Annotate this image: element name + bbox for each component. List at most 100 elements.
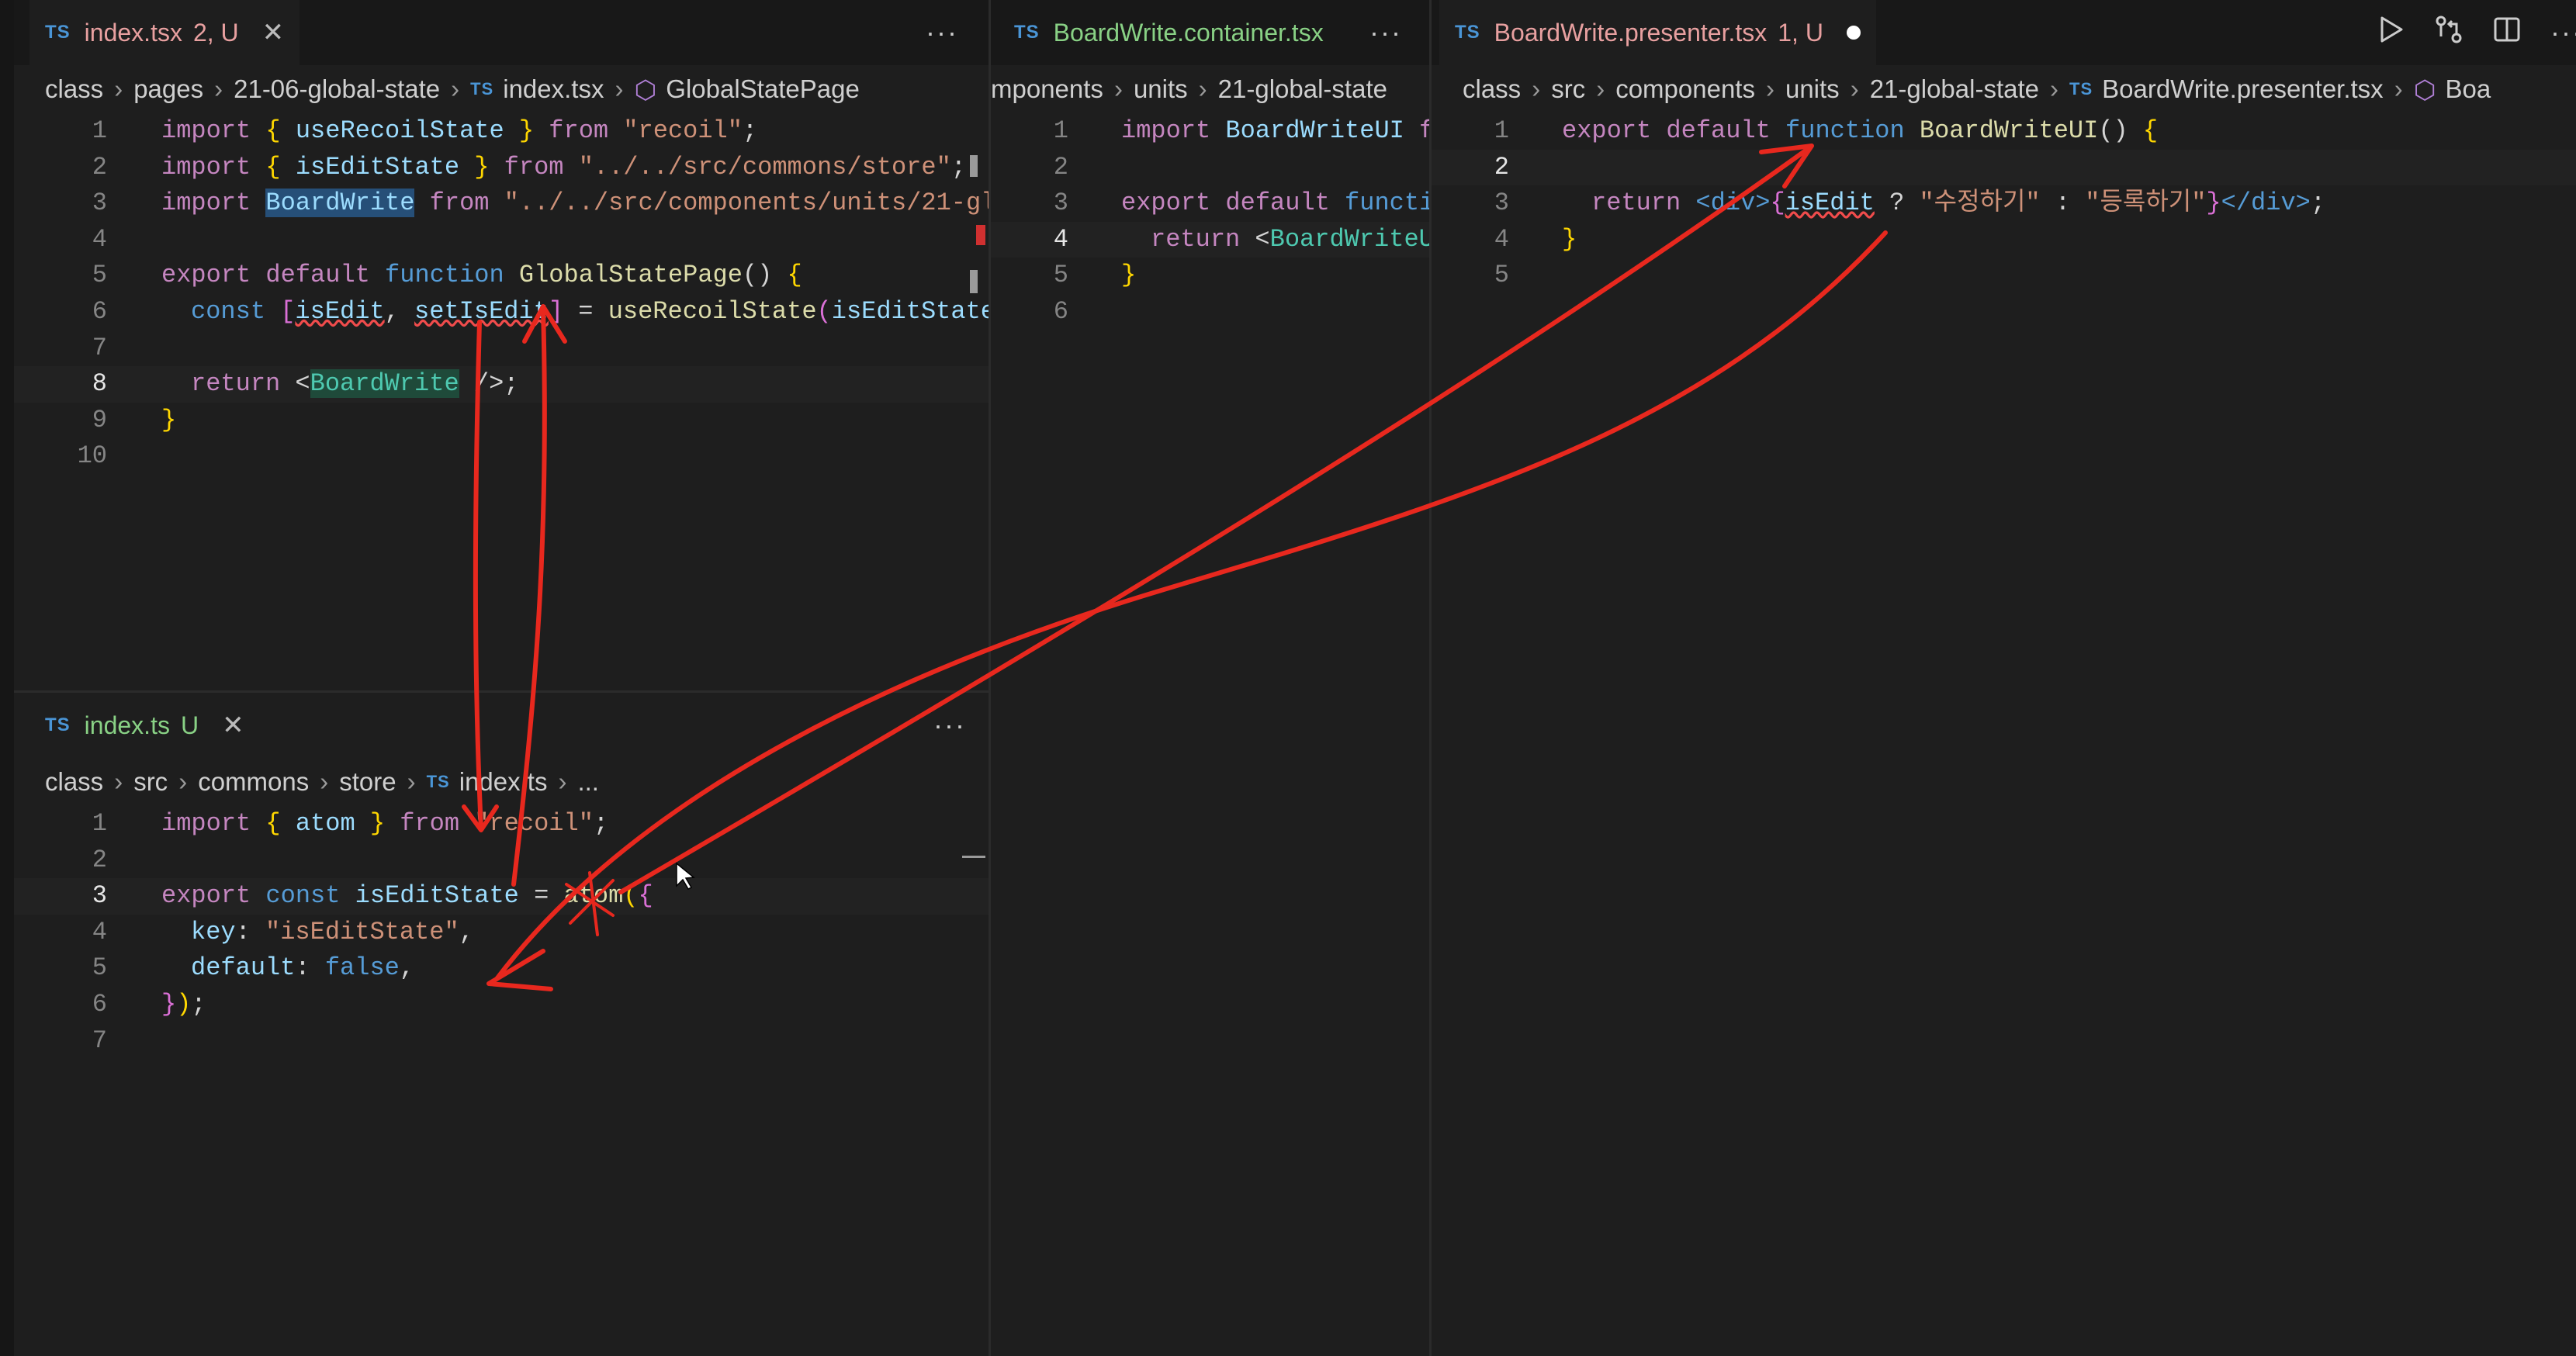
breadcrumb-item[interactable]: src	[133, 767, 168, 797]
line-number: 5	[1494, 261, 1509, 290]
breadcrumb-item[interactable]: Boa	[2446, 74, 2491, 104]
breadcrumb-item[interactable]: units	[1134, 74, 1188, 104]
more-icon[interactable]: ···	[933, 693, 966, 758]
compare-icon[interactable]	[2434, 15, 2463, 51]
code-area[interactable]: 1 import BoardWriteUI fr 2 3 export defaul…	[991, 113, 1429, 330]
more-icon[interactable]: ···	[2550, 16, 2576, 49]
tab-index-ts[interactable]: TS index.ts U ✕	[29, 693, 260, 758]
editor-presenter-tsx: TS BoardWrite.presenter.tsx 1, U ··· cla…	[1432, 0, 2576, 1356]
breadcrumb-item[interactable]: BoardWrite.presenter.tsx	[2102, 74, 2384, 104]
line-number: 5	[92, 953, 107, 983]
line-number: 1	[1053, 116, 1068, 145]
code-area[interactable]: 1 export default function BoardWriteUI() …	[1432, 113, 2576, 294]
code-line: 6});	[14, 987, 989, 1023]
code-text: default: false,	[191, 953, 415, 983]
code-text: import { isEditState } from "../../src/c…	[161, 152, 966, 182]
editor-index-tsx: TS index.tsx 2, U ✕ ··· class › pages › 21…	[14, 0, 989, 690]
tab-bar: TS index.ts U ✕ ···	[14, 693, 989, 758]
line-number: 4	[92, 917, 107, 946]
more-icon[interactable]: ···	[926, 0, 958, 65]
tab-boardwrite-container[interactable]: TS BoardWrite.container.tsx	[999, 0, 1339, 65]
code-line: 4}	[1432, 222, 2576, 258]
breadcrumb-item[interactable]: class	[1463, 74, 1521, 104]
line-number: 6	[92, 989, 107, 1019]
code-text: export default function GlobalStatePage(…	[161, 261, 802, 290]
code-text: export default functi	[1121, 189, 1429, 218]
line-number: 3	[92, 189, 107, 218]
code-line: 1 import { atom } from "recoil";	[14, 806, 989, 842]
code-area[interactable]: 1 import { useRecoilState } from "recoil"…	[14, 113, 989, 475]
tab-boardwrite-presenter[interactable]: TS BoardWrite.presenter.tsx 1, U	[1439, 0, 1876, 65]
code-area[interactable]: 1 import { atom } from "recoil"; 2 3 expor…	[14, 806, 989, 1059]
line-number: 2	[1494, 152, 1509, 182]
more-icon[interactable]: ···	[1369, 0, 1402, 65]
breadcrumb: class › src › components › units › 21-global…	[1463, 74, 2491, 104]
breadcrumb-item[interactable]: ...	[577, 767, 599, 797]
line-number: 1	[1494, 116, 1509, 145]
code-text: });	[161, 989, 206, 1019]
code-text: import BoardWriteUI fr	[1121, 116, 1429, 145]
line-number: 7	[92, 333, 107, 362]
code-text: import BoardWrite from "../../src/compon…	[161, 189, 989, 218]
code-line: 2	[14, 842, 989, 879]
code-line: 5 export default function GlobalStatePage…	[14, 258, 989, 294]
code-line: 1 export default function BoardWriteUI() …	[1432, 113, 2576, 150]
breadcrumb-item[interactable]: GlobalStatePage	[666, 74, 860, 104]
code-line: 5}	[991, 258, 1429, 294]
breadcrumb-item[interactable]: index.tsx	[503, 74, 604, 104]
tab-index-tsx[interactable]: TS index.tsx 2, U ✕	[29, 0, 300, 65]
tab-label: index.tsx	[84, 18, 182, 47]
code-text: return <BoardWrite />;	[191, 369, 519, 399]
scrollbar-marker	[970, 155, 978, 177]
tab-bar: TS BoardWrite.presenter.tsx 1, U ···	[1432, 0, 2576, 65]
breadcrumb-item[interactable]: src	[1551, 74, 1585, 104]
scrollbar-marker	[970, 270, 978, 293]
close-icon[interactable]: ✕	[222, 710, 244, 741]
breadcrumb-item[interactable]: index.ts	[459, 767, 548, 797]
code-line: 3 export default functi	[991, 185, 1429, 222]
breadcrumb-item[interactable]: pages	[133, 74, 203, 104]
code-line-current: 2	[1432, 149, 2576, 186]
scrollbar-marker	[962, 856, 985, 858]
code-line: 5	[1432, 258, 2576, 294]
tab-status: 1, U	[1778, 18, 1823, 47]
code-text: key: "isEditState",	[191, 917, 474, 946]
unsaved-dot-icon[interactable]	[1846, 26, 1861, 40]
typescript-icon: TS	[2069, 79, 2093, 99]
error-marker	[976, 225, 985, 245]
breadcrumb-item[interactable]: 21-06-global-state	[234, 74, 440, 104]
breadcrumb-item[interactable]: 21-global-state	[1218, 74, 1387, 104]
breadcrumb-item[interactable]: commons	[198, 767, 309, 797]
typescript-icon: TS	[470, 79, 494, 99]
tab-label: index.ts	[84, 711, 170, 739]
play-icon[interactable]	[2378, 16, 2405, 50]
typescript-icon: TS	[426, 772, 450, 791]
line-number: 1	[92, 116, 107, 145]
code-line: 7	[14, 1023, 989, 1060]
close-icon[interactable]: ✕	[262, 17, 285, 48]
code-line: 3 import BoardWrite from "../../src/compo…	[14, 185, 989, 222]
code-text: }	[1562, 224, 1577, 254]
line-number: 7	[92, 1026, 107, 1055]
tab-status: 2, U	[192, 18, 239, 47]
code-text: import { atom } from "recoil";	[161, 809, 609, 838]
breadcrumb-item[interactable]: class	[45, 767, 103, 797]
code-line: 10	[14, 438, 989, 475]
code-line-current: 8 return <BoardWrite />;	[14, 366, 989, 403]
symbol-icon: ⬡	[2413, 74, 2436, 104]
breadcrumb-item[interactable]: 21-global-state	[1870, 74, 2039, 104]
editor-actions: ···	[2378, 0, 2576, 65]
code-line: 7	[14, 330, 989, 367]
split-editor-icon[interactable]	[2493, 16, 2521, 50]
breadcrumb-item[interactable]: units	[1785, 74, 1840, 104]
editor-container-tsx: TS BoardWrite.container.tsx ··· mponents…	[991, 0, 1429, 1356]
line-number: 6	[92, 296, 107, 326]
code-line: 9}	[14, 403, 989, 439]
breadcrumb-item[interactable]: class	[45, 74, 103, 104]
breadcrumb-item[interactable]: components	[1615, 74, 1755, 104]
tab-bar: TS BoardWrite.container.tsx ···	[991, 0, 1429, 65]
typescript-icon: TS	[45, 22, 71, 43]
breadcrumb-item[interactable]: store	[339, 767, 396, 797]
breadcrumb-item[interactable]: mponents	[991, 74, 1103, 104]
typescript-icon: TS	[1455, 22, 1480, 43]
